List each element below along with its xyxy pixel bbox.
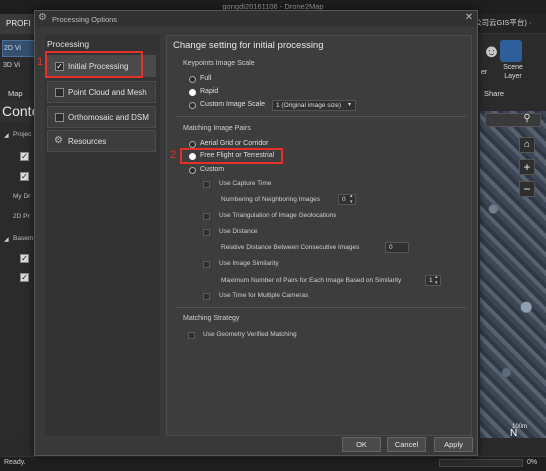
neighboring-images-label: Numbering of Neighboring Images (221, 196, 320, 203)
neighboring-images-input[interactable]: 0 (338, 194, 356, 205)
geometry-verified-checkbox[interactable] (188, 332, 195, 339)
layer-checkbox[interactable]: ✓ (20, 254, 29, 263)
use-capture-time-label: Use Capture Time (219, 180, 272, 187)
geometry-verified-label: Use Geometry Verified Matching (203, 331, 297, 338)
annotation-marker-1: 1 (37, 56, 44, 68)
section-divider (176, 116, 466, 117)
progress-percent: 0% (527, 459, 538, 466)
keypoints-section-label: Keypoints Image Scale (183, 60, 255, 67)
relative-distance-input[interactable]: 0 (385, 242, 409, 253)
use-capture-time-checkbox[interactable] (203, 181, 210, 188)
2d-view-button[interactable]: 2D Vi (2, 40, 36, 57)
map-group-label: Map (8, 89, 23, 98)
chevron-down-icon[interactable]: ▾ (348, 101, 351, 108)
annotation-box-2 (180, 148, 283, 164)
use-distance-label: Use Distance (219, 228, 258, 235)
relative-distance-label: Relative Distance Between Consecutive Im… (221, 244, 360, 251)
radio-custom-scale[interactable] (189, 102, 196, 109)
home-icon[interactable]: ⌂ (519, 137, 535, 153)
nav-item-orthomosaic-dsm[interactable]: Orthomosaic and DSM (47, 106, 156, 128)
max-pairs-label: Maximum Number of Pairs for Each Image B… (221, 277, 402, 284)
map-view[interactable] (480, 111, 546, 438)
side-item-2d-products[interactable]: 2D Pr (13, 213, 35, 220)
stepper-icon[interactable]: ▴ ▾ (350, 193, 353, 205)
use-time-multi-checkbox[interactable] (203, 293, 210, 300)
use-time-multi-label: Use Time for Multiple Cameras (219, 292, 309, 299)
orthomosaic-checkbox[interactable] (55, 113, 64, 122)
use-triangulation-label: Use Triangulation of Image Geolocations (219, 212, 337, 219)
annotation-box-1 (45, 51, 143, 78)
matching-strategy-section-label: Matching Strategy (183, 315, 240, 322)
scene-layer-label-2: Layer (504, 73, 522, 80)
point-cloud-checkbox[interactable] (55, 88, 64, 97)
radio-rapid-label: Rapid (200, 88, 219, 95)
status-text: Ready. (4, 459, 26, 466)
settings-title: Change setting for initial processing (173, 40, 324, 51)
expand-triangle-icon[interactable]: ◢ (4, 132, 9, 139)
company-text: 公司云GIS平台) · (474, 18, 532, 27)
nav-item-label: Resources (68, 137, 107, 146)
ok-button[interactable]: OK (342, 437, 381, 452)
gear-icon: ⚙ (54, 135, 63, 146)
image-scale-select[interactable]: 1 (Original image size) (272, 100, 356, 111)
radio-rapid[interactable] (189, 89, 196, 96)
radio-aerial-grid-label: Aerial Grid or Corridor (200, 140, 269, 147)
zoom-out-button[interactable]: − (519, 181, 535, 197)
side-item-basemap[interactable]: Basem (13, 235, 35, 242)
nav-title: Processing (47, 39, 90, 49)
layer-checkbox[interactable]: ✓ (20, 152, 29, 161)
share-group-label: Share (484, 89, 505, 98)
scene-layer-button[interactable]: Scene Layer (498, 63, 528, 81)
settings-panel (166, 35, 472, 436)
radio-custom-scale-label: Custom Image Scale (200, 101, 265, 108)
map-header (480, 99, 546, 111)
radio-full-label: Full (200, 75, 212, 82)
use-similarity-checkbox[interactable] (203, 261, 210, 268)
search-icon[interactable]: ⚲ (518, 111, 536, 127)
layer-checkbox[interactable]: ✓ (20, 273, 29, 282)
scene-layer-label-1: Scene (503, 64, 523, 71)
radio-custom[interactable] (189, 167, 196, 174)
use-similarity-label: Use Image Similarity (219, 260, 279, 267)
nav-item-label: Orthomosaic and DSM (68, 113, 149, 122)
radio-full[interactable] (189, 76, 196, 83)
cancel-button[interactable]: Cancel (387, 437, 426, 452)
close-icon[interactable]: ✕ (463, 12, 475, 23)
max-pairs-input[interactable]: 1 (425, 275, 441, 286)
gear-icon: ⚙ (38, 12, 47, 23)
progress-bar (439, 459, 523, 467)
nav-item-label: Point Cloud and Mesh (68, 88, 147, 97)
nav-item-resources[interactable]: ⚙ Resources (47, 130, 156, 152)
zoom-in-button[interactable]: + (519, 159, 535, 175)
partial-ribbon-label: er (481, 69, 488, 76)
layer-checkbox[interactable]: ✓ (20, 172, 29, 181)
dialog-title: Processing Options (52, 15, 118, 24)
radio-aerial-grid[interactable] (189, 141, 196, 148)
expand-triangle-icon[interactable]: ◢ (4, 236, 9, 243)
nav-item-point-cloud-mesh[interactable]: Point Cloud and Mesh (47, 81, 156, 103)
section-divider (176, 307, 466, 308)
scene-layer-icon[interactable] (500, 40, 522, 62)
radio-custom-label: Custom (200, 166, 225, 173)
apply-button[interactable]: Apply (434, 437, 473, 452)
matching-pairs-section-label: Matching Image Pairs (183, 125, 251, 132)
contents-title: Conte (2, 103, 36, 119)
3d-view-button[interactable]: 3D Vi (2, 58, 36, 75)
stepper-icon[interactable]: ▴ ▾ (435, 274, 438, 286)
use-triangulation-checkbox[interactable] (203, 213, 210, 220)
side-item-projects[interactable]: Projec (13, 131, 35, 138)
side-item-my-drone[interactable]: My Dr (13, 193, 35, 200)
compass-label: N (510, 428, 518, 439)
use-distance-checkbox[interactable] (203, 229, 210, 236)
compass-icon: N (510, 428, 517, 439)
annotation-marker-2: 2 (170, 149, 177, 161)
